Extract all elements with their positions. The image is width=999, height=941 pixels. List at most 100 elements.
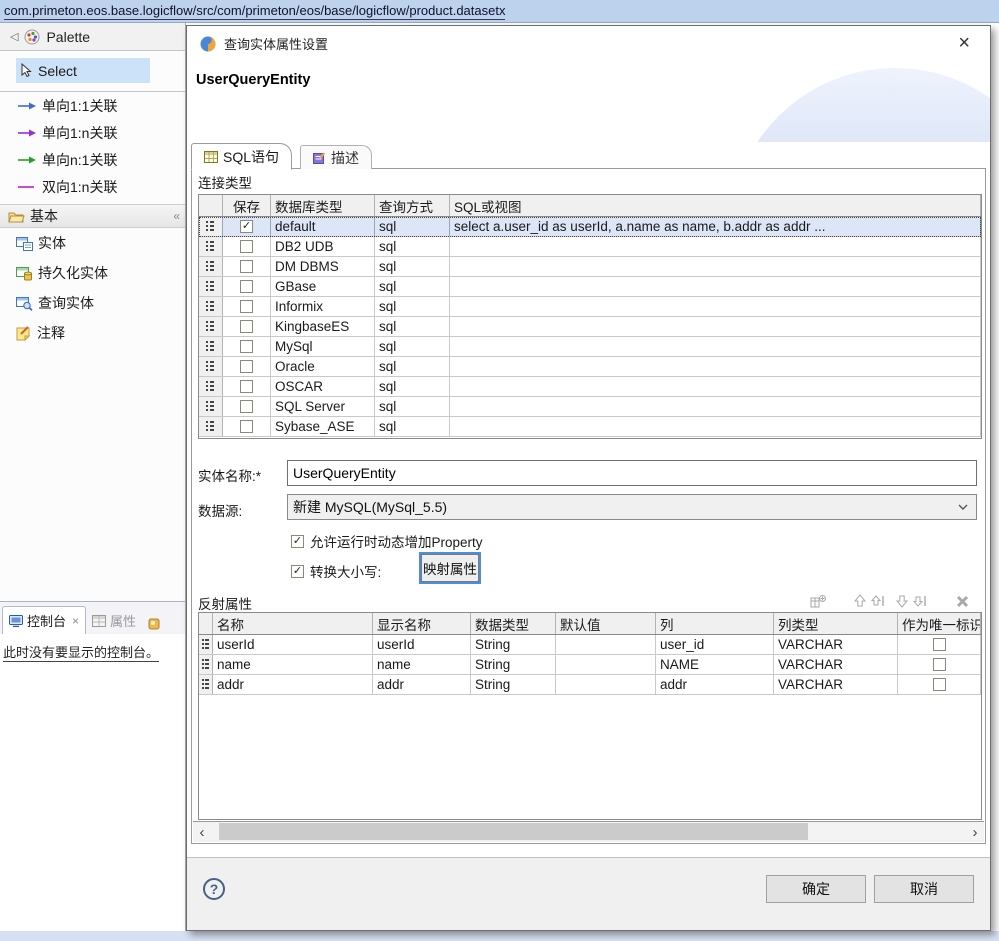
convert-case-option[interactable]: 转换大小写: bbox=[291, 561, 381, 581]
save-checkbox[interactable] bbox=[240, 300, 253, 313]
tab-console[interactable]: 控制台 × bbox=[2, 606, 86, 634]
query-mode-cell[interactable]: sql bbox=[375, 337, 450, 356]
move-up-icon[interactable] bbox=[851, 593, 869, 609]
row-handle-icon[interactable] bbox=[199, 635, 213, 654]
db-type-cell[interactable]: Oracle bbox=[271, 357, 375, 376]
sql-cell[interactable] bbox=[450, 237, 981, 256]
save-checkbox[interactable] bbox=[240, 260, 253, 273]
palette-tool-relation-n-1[interactable]: 单向n:1关联 bbox=[0, 146, 185, 173]
row-handle-icon[interactable] bbox=[199, 257, 223, 276]
sql-cell[interactable] bbox=[450, 417, 981, 436]
column-type-cell[interactable]: VARCHAR bbox=[774, 655, 898, 674]
row-handle-icon[interactable] bbox=[199, 317, 223, 336]
query-mode-cell[interactable]: sql bbox=[375, 277, 450, 296]
table-row[interactable]: userId userId String user_id VARCHAR bbox=[199, 635, 981, 655]
table-row[interactable]: default sql select a.user_id as userId, … bbox=[199, 217, 981, 237]
table-row[interactable]: Sybase_ASE sql bbox=[199, 417, 981, 437]
palette-tool-annotation[interactable]: 注释 bbox=[0, 318, 185, 348]
table-row[interactable]: Informix sql bbox=[199, 297, 981, 317]
collapse-section-icon[interactable]: « bbox=[173, 209, 180, 223]
query-mode-cell[interactable]: sql bbox=[375, 377, 450, 396]
row-handle-icon[interactable] bbox=[199, 337, 223, 356]
save-checkbox[interactable] bbox=[240, 340, 253, 353]
sql-cell[interactable] bbox=[450, 257, 981, 276]
move-top-icon[interactable] bbox=[869, 593, 887, 609]
query-mode-cell[interactable]: sql bbox=[375, 257, 450, 276]
column-cell[interactable]: addr bbox=[656, 675, 774, 694]
unique-checkbox[interactable] bbox=[933, 658, 946, 671]
scrollbar-track[interactable] bbox=[211, 822, 966, 842]
palette-tool-relation-bidir[interactable]: 双向1:n关联 bbox=[0, 173, 185, 200]
table-row[interactable]: SQL Server sql bbox=[199, 397, 981, 417]
save-checkbox[interactable] bbox=[240, 400, 253, 413]
column-header-display-name[interactable]: 显示名称 bbox=[373, 613, 471, 634]
query-mode-cell[interactable]: sql bbox=[375, 397, 450, 416]
table-row[interactable]: name name String NAME VARCHAR bbox=[199, 655, 981, 675]
default-value-cell[interactable] bbox=[556, 635, 656, 654]
query-mode-cell[interactable]: sql bbox=[375, 317, 450, 336]
datasource-select[interactable]: 新建 MySQL(MySql_5.5) bbox=[287, 494, 977, 520]
save-checkbox[interactable] bbox=[240, 320, 253, 333]
move-bottom-icon[interactable] bbox=[911, 593, 929, 609]
column-type-cell[interactable]: VARCHAR bbox=[774, 675, 898, 694]
row-handle-icon[interactable] bbox=[199, 217, 223, 236]
sql-cell[interactable] bbox=[450, 377, 981, 396]
name-cell[interactable]: name bbox=[213, 655, 373, 674]
row-handle-icon[interactable] bbox=[199, 277, 223, 296]
db-type-cell[interactable]: Sybase_ASE bbox=[271, 417, 375, 436]
ok-button[interactable]: 确定 bbox=[766, 875, 866, 903]
row-handle-icon[interactable] bbox=[199, 417, 223, 436]
data-type-cell[interactable]: String bbox=[471, 655, 556, 674]
column-cell[interactable]: user_id bbox=[656, 635, 774, 654]
palette-tool-persistent-entity[interactable]: 持久化实体 bbox=[0, 258, 185, 288]
row-handle-icon[interactable] bbox=[199, 237, 223, 256]
column-header-name[interactable]: 名称 bbox=[213, 613, 373, 634]
entity-name-input[interactable] bbox=[287, 460, 977, 486]
db-type-cell[interactable]: KingbaseES bbox=[271, 317, 375, 336]
horizontal-scrollbar[interactable]: ‹ › bbox=[193, 821, 984, 842]
display-name-cell[interactable]: name bbox=[373, 655, 471, 674]
default-value-cell[interactable] bbox=[556, 655, 656, 674]
close-icon[interactable]: × bbox=[958, 32, 970, 55]
table-row[interactable]: KingbaseES sql bbox=[199, 317, 981, 337]
palette-tool-relation-1-n[interactable]: 单向1:n关联 bbox=[0, 119, 185, 146]
db-type-cell[interactable]: MySql bbox=[271, 337, 375, 356]
delete-icon[interactable] bbox=[953, 593, 971, 609]
db-type-cell[interactable]: GBase bbox=[271, 277, 375, 296]
breadcrumb[interactable]: com.primeton.eos.base.logicflow/src/com/… bbox=[4, 3, 505, 20]
query-mode-cell[interactable]: sql bbox=[375, 297, 450, 316]
add-property-icon[interactable] bbox=[809, 593, 827, 609]
db-type-cell[interactable]: Informix bbox=[271, 297, 375, 316]
table-row[interactable]: DM DBMS sql bbox=[199, 257, 981, 277]
table-row[interactable]: addr addr String addr VARCHAR bbox=[199, 675, 981, 695]
query-mode-cell[interactable]: sql bbox=[375, 217, 450, 236]
scroll-right-icon[interactable]: › bbox=[966, 822, 984, 842]
convert-case-checkbox[interactable] bbox=[291, 565, 304, 578]
scrollbar-thumb[interactable] bbox=[219, 823, 808, 840]
sql-cell[interactable] bbox=[450, 317, 981, 336]
sql-cell[interactable] bbox=[450, 277, 981, 296]
dynamic-property-option[interactable]: 允许运行时动态增加Property bbox=[291, 531, 483, 551]
data-type-cell[interactable]: String bbox=[471, 635, 556, 654]
row-handle-icon[interactable] bbox=[199, 297, 223, 316]
row-handle-icon[interactable] bbox=[199, 655, 213, 674]
column-header-column[interactable]: 列 bbox=[656, 613, 774, 634]
column-header-column-type[interactable]: 列类型 bbox=[774, 613, 898, 634]
table-row[interactable]: Oracle sql bbox=[199, 357, 981, 377]
display-name-cell[interactable]: addr bbox=[373, 675, 471, 694]
table-row[interactable]: DB2 UDB sql bbox=[199, 237, 981, 257]
row-handle-icon[interactable] bbox=[199, 397, 223, 416]
help-icon[interactable]: ? bbox=[203, 878, 225, 900]
db-type-cell[interactable]: SQL Server bbox=[271, 397, 375, 416]
query-mode-cell[interactable]: sql bbox=[375, 237, 450, 256]
mapping-properties-button[interactable]: 映射属性 bbox=[421, 554, 479, 582]
unique-checkbox[interactable] bbox=[933, 678, 946, 691]
db-type-cell[interactable]: OSCAR bbox=[271, 377, 375, 396]
collapse-palette-icon[interactable]: ◁ bbox=[10, 30, 18, 43]
tab-description[interactable]: 描述 bbox=[300, 145, 372, 169]
save-checkbox[interactable] bbox=[240, 420, 253, 433]
unique-checkbox[interactable] bbox=[933, 638, 946, 651]
db-type-cell[interactable]: DM DBMS bbox=[271, 257, 375, 276]
display-name-cell[interactable]: userId bbox=[373, 635, 471, 654]
palette-tool-query-entity[interactable]: 查询实体 bbox=[0, 288, 185, 318]
